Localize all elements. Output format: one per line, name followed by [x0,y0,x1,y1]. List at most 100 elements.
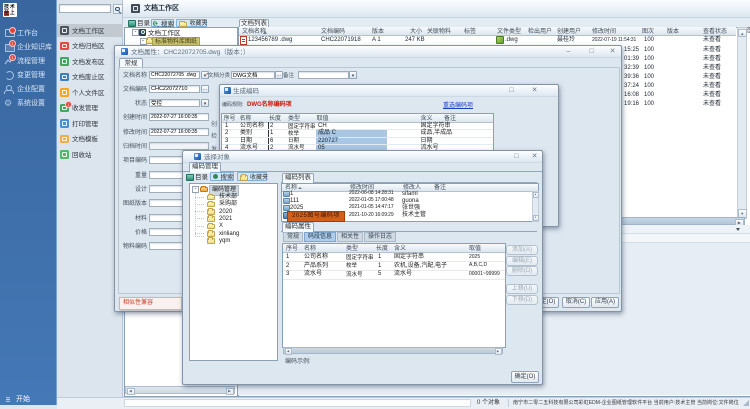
delete-button[interactable]: 删除(D) [506,266,538,276]
archive-time-input[interactable] [149,142,209,150]
doc-list-vscrollbar[interactable]: ▲ ▼ [737,27,748,219]
status-dropdown-button[interactable]: ▾ [201,99,209,107]
nav-item-doc-workspace[interactable]: 文档工作区 [57,24,123,38]
start-button[interactable]: 开始 [0,394,57,405]
table-row[interactable]: 123456789 .dwg CHC22071918 A 1 247 KB .d… [239,35,736,44]
doc-code-browse-button[interactable]: ⋯ [201,85,209,93]
move-down-button[interactable]: 下移(D) [506,295,538,305]
scroll-down-arrow[interactable]: ▼ [533,215,539,221]
code-list-vscrollbar[interactable]: ▲ ▼ [532,191,539,223]
scroll-right-arrow[interactable]: ▶ [226,388,234,395]
tree-expander-root[interactable]: - [132,29,139,36]
maximize-icon[interactable]: □ [512,153,521,160]
tree-item-label[interactable]: X [219,223,223,230]
table-row[interactable]: 1 2022-06-08 14:28:31 sifaml [281,190,531,197]
subtab-segments[interactable]: 码段信息 [304,232,336,242]
sidebar-item-process[interactable]: 1 流程管理 [0,55,57,68]
sidebar-item-enterprise-config[interactable]: 企业配置 [0,83,57,96]
tree-item-label[interactable]: 2021 [219,216,232,223]
scroll-left-arrow[interactable]: ◀ [285,348,292,355]
main-toolbar-favorites-button[interactable]: 收藏夹 [176,19,207,27]
toolbar-catalog-button[interactable]: 目录 [185,172,207,181]
cancel-button[interactable]: 取消(C) [562,297,590,308]
close-icon[interactable]: ✕ [530,153,539,160]
tree-item-label[interactable]: yqm [219,238,230,245]
col-value[interactable]: 取值 [469,246,481,253]
table-row[interactable]: 3 流水号 流水号 5 流水号 00001~99999 [283,270,505,280]
minimize-icon[interactable]: – [564,48,573,55]
tree-hscrollbar[interactable]: ◀ ▶ [125,386,235,394]
tab-code-attrs[interactable]: 编码属性 [282,222,314,233]
dialog-title-bar[interactable]: 选择对象 □ ✕ [183,151,542,163]
nav-search-input[interactable] [59,4,111,13]
apply-button[interactable]: 应用(A) [591,297,619,308]
table-row[interactable]: 37:24 100 未查看 [620,81,736,90]
dialog-title-bar[interactable]: 生成编码 □ ✕ [220,85,558,97]
maximize-icon[interactable]: □ [587,48,596,55]
sidebar-item-knowledge[interactable]: 1 企业知识库 [0,41,57,54]
table-row[interactable]: 19:16 100 未查看 [620,99,736,108]
doc-name-input[interactable] [149,71,200,79]
scroll-right-arrow[interactable]: ▶ [495,348,502,355]
table-row-selected[interactable]: 2025图号编码项 2021-10-20 16:09:29 技术主管 [281,211,531,219]
table-row[interactable]: 39:36 100 未查看 [620,72,736,81]
tree-expander-root[interactable]: - [192,186,199,193]
cell-length: 5 [378,271,381,278]
cell-modify-time: 16:08 [624,92,639,99]
table-row[interactable]: 32:39 100 未查看 [620,63,736,72]
tree-item-label[interactable]: 采购部 [219,201,237,208]
edit-button[interactable]: 编辑(E) [506,256,538,266]
subtab-oplog[interactable]: 操作日志 [364,232,396,242]
scroll-up-arrow[interactable]: ▲ [533,192,539,198]
remark-dropdown-button[interactable]: ▾ [349,71,357,79]
doc-code-input[interactable] [149,85,200,93]
move-up-button[interactable]: 上移(U) [506,284,538,294]
col-name[interactable]: 名称 [304,246,316,253]
nav-item-label: 个人文件区 [72,90,105,97]
subtab-general[interactable]: 常规 [283,232,303,242]
toolbar-favorites-button[interactable]: 收藏夹 [237,172,267,181]
resize-grip-icon[interactable] [743,400,749,406]
segments-hscrollbar[interactable]: ◀ ▶ [283,347,503,354]
col-type[interactable]: 类型 [346,246,358,253]
table-row[interactable]: 15:25 100 未查看 [620,45,736,54]
status-select[interactable] [149,99,200,107]
table-row[interactable]: 111 2022-01-05 17:00:48 guona [281,197,531,204]
ok-button[interactable]: 确定(O) [511,371,539,383]
nav-search-button[interactable] [113,4,123,14]
dialog-title-bar[interactable]: 文档属性：CHC22072705.dwg（版本：） – □ ✕ [115,46,621,58]
main-toolbar-search-button[interactable]: 搜索 [151,19,174,27]
category-input[interactable] [231,71,275,79]
subtab-relevance[interactable]: 相关性 [337,232,363,242]
close-icon[interactable]: ✕ [530,87,539,94]
sidebar-item-change[interactable]: 变更管理 [0,69,57,82]
maximize-icon[interactable]: □ [507,87,516,94]
collapse-icon[interactable] [736,228,740,231]
dialog-title: 选择对象 [204,154,230,161]
app-logo[interactable]: 技术至上 [3,3,17,17]
close-icon[interactable]: ✕ [608,48,617,55]
main-toolbar-catalog-button[interactable]: 目录 [126,19,149,27]
tree-item-label[interactable]: 2020 [219,209,232,216]
reselect-rule-link[interactable]: 重选编码项 [443,103,473,110]
sidebar-item-workbench[interactable]: 工作台 [0,27,57,40]
col-meaning[interactable]: 含义 [394,246,406,253]
col-seq[interactable]: 序号 [286,246,298,253]
table-row[interactable]: 01:39 100 未查看 [620,54,736,63]
sidebar-item-label: 企业配置 [17,86,45,94]
remark-input[interactable] [298,71,349,79]
table-row[interactable]: 2025 2021-01-05 14:47:17 张世强 [281,204,531,211]
sidebar-item-system-settings[interactable]: ⚙ 系统设置 [0,97,57,110]
table-row[interactable]: 16:08 100 未查看 [620,90,736,99]
col-length[interactable]: 长度 [376,246,388,253]
modify-time-input[interactable] [149,128,209,136]
scroll-left-arrow[interactable]: ◀ [127,388,135,395]
toolbar-search-button[interactable]: 搜索 [210,172,234,181]
add-button[interactable]: 添加(A) [506,245,538,255]
tab-code-manage[interactable]: 编码管理 [189,162,221,173]
tab-code-list[interactable]: 编码列表 [282,173,314,184]
create-time-input[interactable] [149,113,209,121]
tree-item-label[interactable]: xinliang [219,231,239,238]
tree-item-label[interactable]: 技术部 [219,194,237,201]
scroll-up-arrow[interactable]: ▲ [738,29,747,38]
